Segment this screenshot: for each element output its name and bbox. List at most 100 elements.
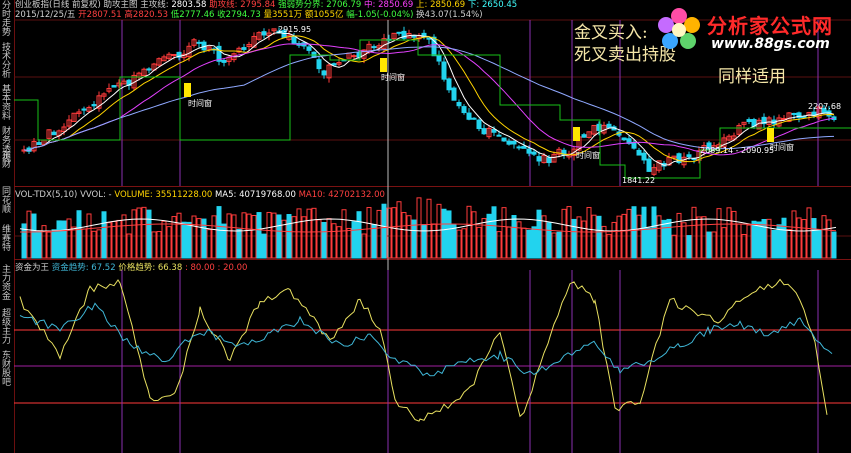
strategy-line-3: 同样适用 [718, 67, 786, 87]
candle-body [536, 156, 542, 162]
time-window-marker [573, 127, 580, 141]
candle-body [371, 46, 377, 49]
volume-bar [296, 208, 302, 259]
volume-bar [686, 235, 692, 259]
volume-bar [241, 212, 247, 259]
volume-bar [106, 222, 112, 259]
volume-bar [376, 209, 382, 259]
volume-bar [726, 207, 732, 259]
volume-bar [426, 198, 432, 259]
volume-bar [136, 207, 142, 259]
candle-body [746, 119, 752, 123]
volume-bar [736, 223, 742, 259]
volume-bar [556, 231, 562, 259]
volume-bar [26, 210, 32, 259]
candle-body [496, 134, 502, 137]
volume-bar [826, 219, 832, 259]
volume-bar [716, 208, 722, 259]
volume-bar [326, 218, 332, 259]
volume-bar [656, 215, 662, 259]
volume-bar [126, 233, 132, 259]
volume-bar [771, 229, 777, 259]
candle-body [316, 59, 322, 70]
volume-bar [191, 215, 197, 259]
volume-bar [526, 229, 532, 259]
candle-body [581, 134, 587, 138]
volume-bar [591, 214, 597, 259]
volume-bar [206, 229, 212, 259]
volume-bar [571, 218, 577, 259]
volume-bar [366, 207, 372, 259]
volume-bar [186, 221, 192, 259]
candle-body [466, 112, 472, 120]
volume-bar [561, 208, 567, 259]
volume-bar [56, 220, 62, 259]
volume-bar [306, 208, 312, 259]
ma20-line [23, 43, 835, 156]
volume-bar [216, 206, 222, 259]
volume-bar [416, 197, 422, 259]
volume-bar [701, 216, 707, 259]
volume-panel [14, 197, 851, 259]
volume-bar [166, 226, 172, 259]
volume-bar [146, 209, 152, 259]
volume-bar [671, 234, 677, 259]
volume-bar [806, 207, 812, 259]
volume-bar [521, 227, 527, 259]
volume-bar [721, 227, 727, 259]
volume-bar [506, 226, 512, 259]
candle-body [476, 119, 482, 130]
time-window-label: 时间窗 [576, 151, 600, 160]
volume-bar [541, 215, 547, 259]
candle-body [511, 140, 517, 145]
volume-bar [341, 209, 347, 259]
candle-body [471, 117, 477, 120]
candle-body [436, 54, 442, 62]
time-window-marker [184, 83, 191, 97]
candle-body [51, 131, 57, 136]
volume-bar [446, 210, 452, 259]
logo-url[interactable]: www.88gs.com [711, 36, 830, 52]
peak-label-2: 2207.68 [808, 102, 842, 111]
flower-logo-icon [658, 8, 700, 49]
volume-bar [36, 230, 42, 259]
candle-body [306, 46, 312, 51]
candle-body [531, 151, 537, 155]
volume-bar [181, 221, 187, 259]
volume-bar [816, 229, 822, 259]
volume-bar [371, 223, 377, 259]
site-logo: 分析家公式网 www.88gs.com [655, 4, 851, 56]
volume-bar [626, 208, 632, 259]
candle-body [546, 157, 552, 164]
time-window-label: 时间窗 [188, 99, 212, 108]
candle-body [461, 106, 467, 114]
volume-bar [331, 223, 337, 259]
candle-body [111, 85, 117, 88]
volume-bar [616, 215, 622, 259]
volume-bar [596, 215, 602, 259]
volume-bar [756, 221, 762, 259]
volume-bar [646, 227, 652, 259]
volume-bar [391, 207, 397, 259]
volume-bar [811, 218, 817, 259]
volume-bar [451, 224, 457, 259]
volume-bar [741, 233, 747, 259]
volume-bar [311, 207, 317, 259]
volume-bar [101, 211, 107, 259]
candle-body [36, 142, 42, 146]
volume-bar [731, 210, 737, 259]
candle-body [686, 154, 692, 158]
low-label: 1841.22 [622, 176, 656, 185]
volume-bar [161, 220, 167, 259]
candle-body [351, 55, 357, 58]
volume-bar [781, 217, 787, 259]
candle-body [146, 68, 152, 71]
volume-bar [316, 219, 322, 259]
candle-body [196, 41, 202, 44]
volume-bar [251, 215, 257, 259]
candle-body [506, 140, 512, 145]
volume-bar [131, 209, 137, 259]
time-window-label: 时间窗 [381, 73, 405, 82]
ma60-line [23, 46, 835, 152]
peak-label-1: 2915.95 [278, 25, 312, 34]
